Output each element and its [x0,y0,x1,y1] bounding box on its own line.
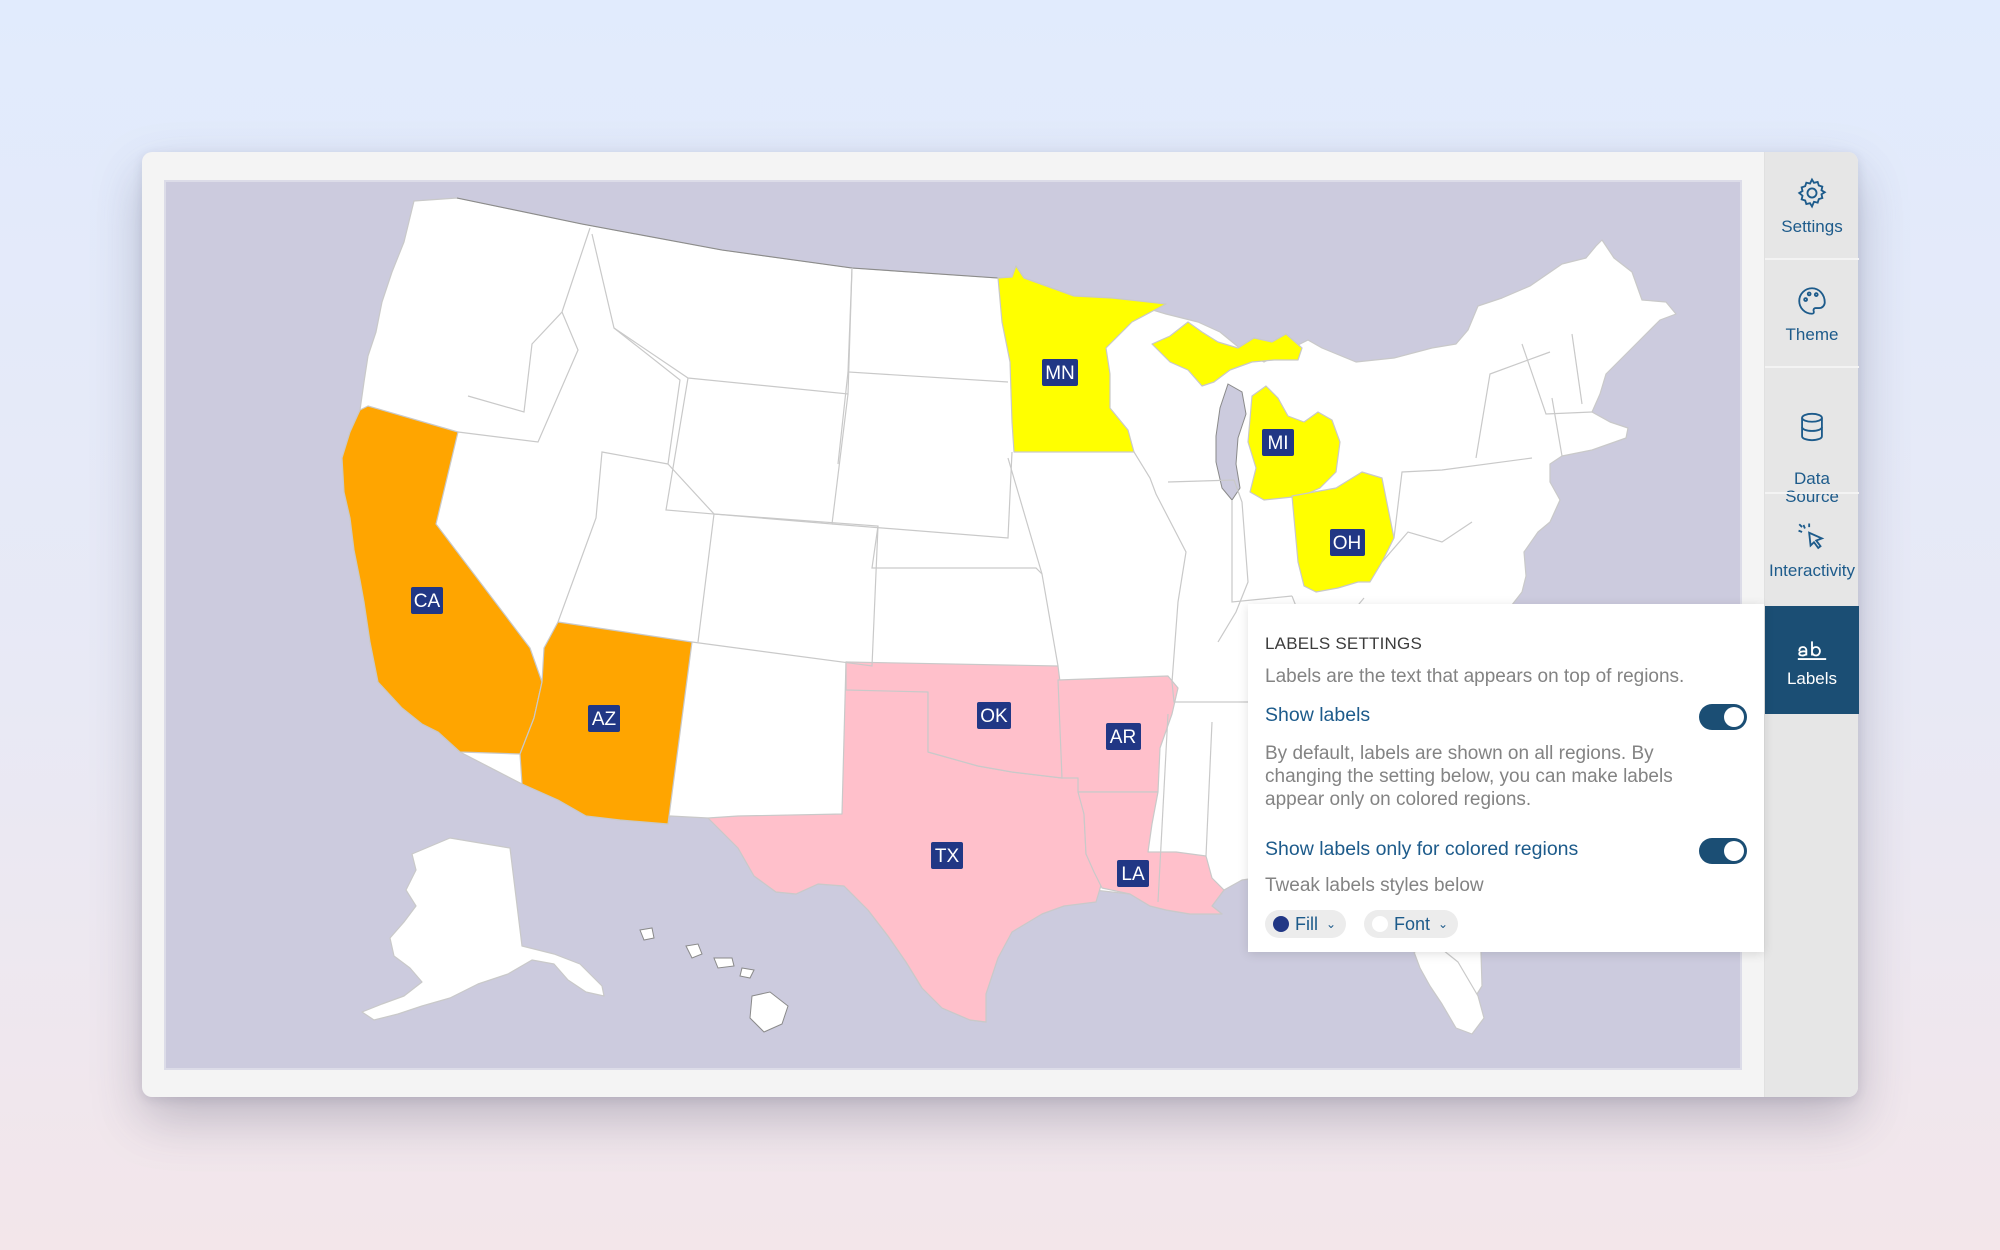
sidebar-item-label: Interactivity [1769,561,1855,580]
label-MI: MI [1262,429,1294,456]
palette-icon [1798,287,1826,315]
svg-text:AR: AR [1110,727,1136,748]
panel-description: Labels are the text that appears on top … [1265,666,1685,687]
panel-title: LABELS SETTINGS [1265,634,1422,653]
fill-color-swatch [1273,916,1289,932]
database-icon [1801,412,1823,442]
svg-text:CA: CA [414,591,441,612]
region-AK [361,837,605,1021]
fill-label: Fill [1295,913,1318,934]
sidebar-item-label: Settings [1781,217,1843,236]
sidebar-item-interactivity[interactable]: Interactivity [1765,520,1859,580]
show-labels-label: Show labels [1265,704,1371,726]
chevron-down-icon: ⌄ [1438,917,1449,931]
labels-settings-panel: LABELS SETTINGS Labels are the text that… [1248,604,1764,952]
sidebar-divider [1765,258,1859,260]
svg-text:LA: LA [1121,864,1145,885]
sidebar-item-label: Data Source [1785,469,1839,506]
svg-text:MN: MN [1045,363,1075,384]
sidebar-divider [1765,366,1859,368]
font-color-swatch [1372,916,1388,932]
label-AR: AR [1106,723,1141,750]
text-label-icon [1797,641,1827,660]
label-MN: MN [1042,359,1078,386]
font-style-dropdown[interactable]: Font ⌄ [1364,910,1459,938]
label-CA: CA [411,587,443,614]
svg-text:MI: MI [1267,433,1288,454]
fill-style-dropdown[interactable]: Fill ⌄ [1265,910,1347,938]
label-AZ: AZ [588,705,620,732]
sidebar-item-data-source[interactable]: Data Source [1765,392,1859,506]
sidebar: Settings Theme Data Source Interactivity… [1764,152,1859,1097]
svg-text:OK: OK [980,706,1008,727]
show-labels-toggle[interactable] [1699,704,1747,730]
tweak-styles-text: Tweak labels styles below [1265,875,1484,896]
region-HI [639,927,789,1033]
sidebar-item-settings[interactable]: Settings [1765,176,1859,236]
sidebar-divider [1765,492,1859,494]
svg-text:OH: OH [1333,533,1362,554]
sidebar-item-label: Labels [1786,669,1838,688]
show-colored-only-toggle[interactable] [1699,838,1747,864]
chevron-down-icon: ⌄ [1326,917,1337,931]
label-OH: OH [1330,529,1365,556]
sidebar-item-labels[interactable]: Labels [1765,606,1859,714]
svg-text:AZ: AZ [592,709,617,730]
svg-text:TX: TX [935,846,960,867]
panel-paragraph: By default, labels are shown on all regi… [1265,743,1673,810]
pointer-click-icon [1798,523,1825,550]
label-LA: LA [1117,860,1149,887]
gear-icon [1797,177,1827,209]
sidebar-item-theme[interactable]: Theme [1765,284,1859,344]
sidebar-item-label: Theme [1785,325,1839,344]
show-colored-only-label: Show labels only for colored regions [1265,838,1579,860]
font-label: Font [1394,913,1431,934]
label-TX: TX [931,842,963,869]
label-OK: OK [977,702,1011,729]
